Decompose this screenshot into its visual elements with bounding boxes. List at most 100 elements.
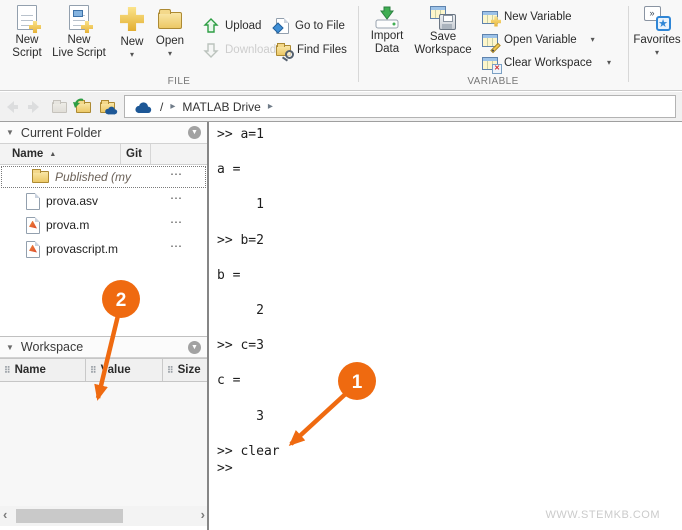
upload-button[interactable]: Upload: [203, 16, 261, 36]
find-files-icon: [276, 45, 291, 56]
current-folder-title: Current Folder: [21, 126, 188, 140]
parent-folder-icon[interactable]: [52, 102, 67, 113]
workspace-column-size[interactable]: ⠿ Size: [162, 359, 207, 381]
new-live-script-button[interactable]: New Live Script: [48, 5, 110, 60]
drag-handle-icon[interactable]: ⠿: [90, 365, 97, 376]
matlab-file-icon: [26, 241, 40, 258]
download-button[interactable]: Download: [203, 40, 276, 60]
drag-handle-icon[interactable]: ⠿: [4, 365, 11, 376]
row-menu-icon[interactable]: ⋯: [170, 191, 183, 205]
horizontal-scrollbar[interactable]: ‹ ›: [0, 506, 207, 526]
favorites-button[interactable]: » ★ Favorites ▾: [632, 5, 682, 57]
current-folder-menu-button[interactable]: ▼: [188, 126, 201, 139]
go-to-file-label: Go to File: [295, 20, 345, 32]
new-script-label-2: Script: [12, 47, 41, 60]
drag-handle-icon[interactable]: ⠿: [167, 365, 174, 376]
go-to-file-button[interactable]: Go to File: [276, 16, 345, 36]
find-files-button[interactable]: Find Files: [276, 40, 347, 60]
row-menu-icon[interactable]: ⋯: [170, 239, 183, 253]
current-folder-empty-area: [0, 261, 207, 336]
open-variable-icon: [482, 34, 498, 47]
favorites-label: Favorites: [633, 34, 680, 47]
column-header-name[interactable]: Name ▲: [0, 148, 120, 160]
workspace-value-label: Value: [101, 364, 131, 376]
new-script-button[interactable]: New Script: [4, 5, 50, 60]
folder-icon: [32, 171, 49, 183]
matlab-drive-cloud-icon: [133, 100, 153, 114]
open-variable-button[interactable]: Open Variable ▾: [482, 30, 595, 50]
upload-label: Upload: [225, 20, 261, 32]
save-workspace-label-1: Save: [430, 31, 456, 44]
back-icon[interactable]: [4, 99, 20, 115]
workspace-header: ▼ Workspace ▼: [0, 336, 207, 358]
breadcrumb-matlab-drive[interactable]: MATLAB Drive: [182, 100, 260, 114]
import-data-button[interactable]: Import Data: [362, 5, 412, 56]
row-menu-icon[interactable]: ⋯: [170, 215, 183, 229]
current-folder-header: ▼ Current Folder ▼: [0, 122, 207, 144]
clear-workspace-caret-icon: ▾: [607, 59, 611, 67]
favorites-icon: » ★: [644, 6, 671, 31]
browse-folder-icon[interactable]: [76, 102, 91, 113]
forward-icon[interactable]: [26, 99, 42, 115]
current-folder-column-headers: Name ▲ Git: [0, 144, 207, 165]
file-name: Published (my: [55, 170, 131, 184]
scroll-left-icon[interactable]: ‹: [3, 507, 7, 522]
file-row-prova-m[interactable]: prova.m ⋯: [0, 213, 207, 237]
breadcrumb[interactable]: / ▸ MATLAB Drive ▸: [124, 95, 676, 118]
workspace-title: Workspace: [21, 340, 188, 354]
workspace-empty-body: [0, 382, 207, 506]
save-workspace-label-2: Workspace: [414, 44, 471, 57]
open-folder-icon: [158, 12, 182, 29]
clear-workspace-button[interactable]: ✕ Clear Workspace ▾: [482, 53, 611, 73]
new-dropdown-button[interactable]: New ▾: [112, 5, 152, 59]
open-dropdown-button[interactable]: Open ▾: [150, 5, 190, 58]
matlab-online-window: New Script New Live Script New ▾ Open ▾ …: [0, 0, 682, 530]
breadcrumb-separator-icon: ▸: [170, 101, 175, 112]
workspace-column-name[interactable]: ⠿ Name: [0, 359, 85, 381]
import-data-label-1: Import: [371, 30, 404, 43]
file-icon: [26, 193, 40, 210]
open-variable-caret-icon: ▾: [591, 36, 595, 44]
address-bar: / ▸ MATLAB Drive ▸: [0, 92, 682, 122]
scrollbar-thumb[interactable]: [16, 509, 123, 523]
panel-menu-caret-icon: ▼: [191, 344, 198, 351]
sort-ascending-icon: ▲: [49, 151, 56, 158]
row-menu-icon[interactable]: ⋯: [170, 167, 183, 181]
download-icon: [203, 42, 219, 58]
left-sidebar: ▼ Current Folder ▼ Name ▲ Git Published …: [0, 122, 209, 530]
new-script-icon: [17, 5, 37, 30]
file-row-prova-asv[interactable]: prova.asv ⋯: [0, 189, 207, 213]
download-label: Download: [225, 44, 276, 56]
new-live-script-icon: [69, 5, 89, 30]
column-header-git[interactable]: Git: [120, 144, 150, 164]
file-name: prova.asv: [46, 194, 98, 208]
collapse-panel-icon[interactable]: ▼: [6, 128, 14, 137]
find-files-label: Find Files: [297, 44, 347, 56]
new-script-label-1: New: [15, 34, 38, 47]
new-variable-icon: [482, 11, 498, 24]
file-row-published[interactable]: Published (my ⋯: [0, 165, 207, 189]
column-header-blank: [150, 144, 207, 164]
save-workspace-button[interactable]: Save Workspace: [412, 5, 474, 57]
command-window[interactable]: >> a=1 a = 1 >> b=2 b = 2 >> c=3 c = 3 >…: [211, 122, 682, 530]
command-window-text: >> a=1 a = 1 >> b=2 b = 2 >> c=3 c = 3 >…: [211, 122, 682, 478]
file-row-provascript-m[interactable]: provascript.m ⋯: [0, 237, 207, 261]
workspace-column-value[interactable]: ⠿ Value: [85, 359, 162, 381]
matlab-file-icon: [26, 217, 40, 234]
new-variable-label: New Variable: [504, 11, 572, 23]
collapse-panel-icon[interactable]: ▼: [6, 343, 14, 352]
ribbon-divider: [358, 6, 359, 82]
open-dropdown-caret-icon: ▾: [168, 50, 172, 58]
breadcrumb-root[interactable]: /: [160, 100, 163, 114]
workspace-name-label: Name: [15, 364, 46, 376]
cloud-folder-icon[interactable]: [100, 102, 115, 113]
new-variable-button[interactable]: New Variable: [482, 7, 572, 27]
breadcrumb-separator-icon: ▸: [268, 101, 273, 112]
file-name: provascript.m: [46, 242, 118, 256]
file-name: prova.m: [46, 218, 89, 232]
workspace-menu-button[interactable]: ▼: [188, 341, 201, 354]
new-label: New: [120, 36, 143, 49]
git-column-label: Git: [126, 148, 142, 160]
new-live-script-label-1: New: [67, 34, 90, 47]
scroll-right-icon[interactable]: ›: [201, 507, 205, 522]
